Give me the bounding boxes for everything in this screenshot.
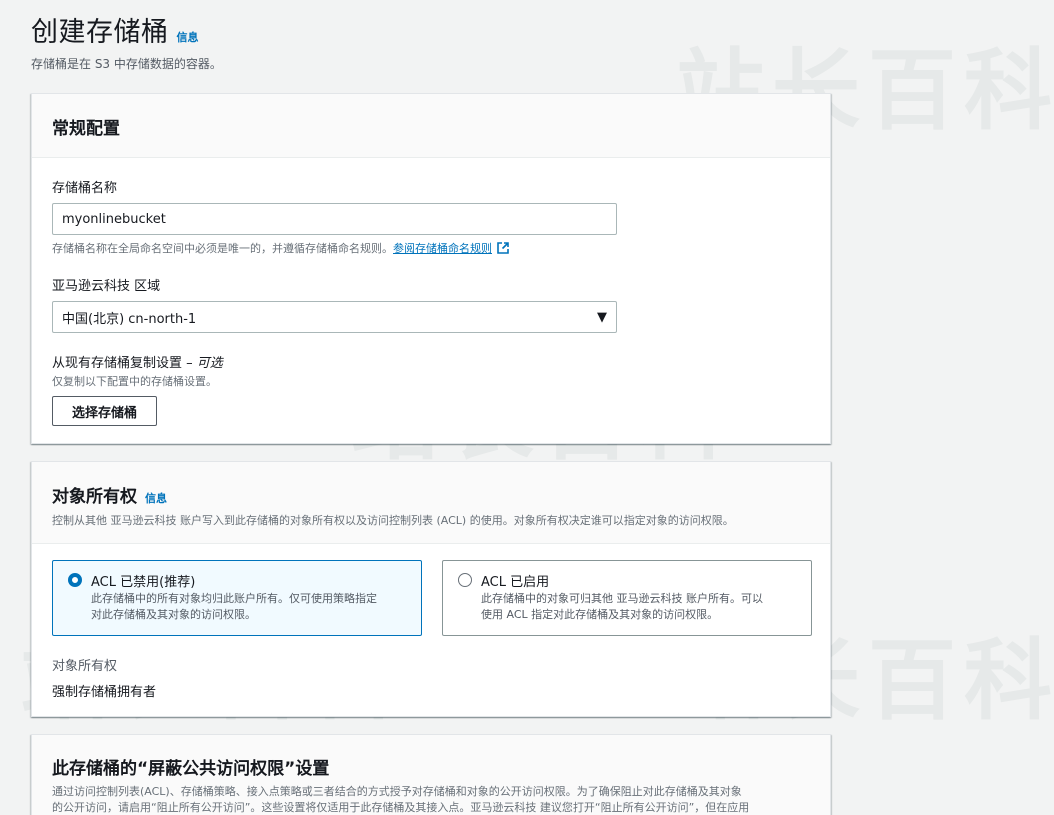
acl-disabled-radio[interactable]	[68, 573, 82, 587]
bucket-name-hint: 存储桶名称在全局命名空间中必须是唯一的，并遵循存储桶命名规则。 参阅存储桶命名规…	[52, 240, 617, 256]
block-public-access-title: 此存储桶的“屏蔽公共访问权限”设置	[52, 759, 330, 779]
acl-enabled-radio[interactable]	[458, 573, 472, 587]
region-field: 亚马逊云科技 区域 中国(北京) cn-north-1 ▼	[52, 275, 617, 333]
block-public-access-desc: 通过访问控制列表(ACL)、存储桶策略、接入点策略或三者结合的方式授予对存储桶和…	[52, 784, 810, 815]
caret-down-icon: ▼	[597, 309, 607, 325]
block-public-access-desc-line2: 的公开访问，请启用“阻止所有公开访问”。这些设置将仅适用于此存储桶及其接入点。亚…	[52, 801, 750, 814]
bucket-name-hint-text: 存储桶名称在全局命名空间中必须是唯一的，并遵循存储桶命名规则。	[52, 242, 393, 255]
copy-settings-field: 从现有存储桶复制设置 – 可选 仅复制以下配置中的存储桶设置。 选择存储桶	[52, 352, 223, 426]
ownership-info-link[interactable]: 信息	[145, 490, 167, 506]
block-public-access-header: 此存储桶的“屏蔽公共访问权限”设置 通过访问控制列表(ACL)、存储桶策略、接入…	[32, 735, 830, 815]
acl-enabled-desc-line1: 此存储桶中的对象可归其他 亚马逊云科技 账户所有。可以	[481, 592, 763, 605]
page-title: 创建存储桶	[31, 17, 169, 48]
object-ownership-title: 对象所有权	[52, 487, 137, 507]
acl-enabled-desc-line2: 使用 ACL 指定对此存储桶及其对象的访问权限。	[481, 608, 719, 621]
bucket-name-input[interactable]	[52, 203, 617, 235]
object-ownership-panel: 对象所有权 信息 控制从其他 亚马逊云科技 账户写入到此存储桶的对象所有权以及访…	[31, 461, 831, 717]
copy-settings-label-text: 从现有存储桶复制设置 –	[52, 356, 193, 371]
acl-disabled-desc: 此存储桶中的所有对象均归此账户所有。仅可使用策略指定 对此存储桶及其对象的访问权…	[91, 591, 406, 623]
acl-disabled-option[interactable]: ACL 已禁用(推荐) 此存储桶中的所有对象均归此账户所有。仅可使用策略指定 对…	[52, 560, 422, 636]
copy-settings-hint: 仅复制以下配置中的存储桶设置。	[52, 375, 217, 388]
region-select[interactable]: 中国(北京) cn-north-1 ▼	[52, 301, 617, 333]
page-info-link[interactable]: 信息	[177, 29, 199, 45]
general-config-panel: 常规配置 存储桶名称 存储桶名称在全局命名空间中必须是唯一的，并遵循存储桶命名规…	[31, 93, 831, 444]
bucket-name-label: 存储桶名称	[52, 181, 118, 196]
copy-settings-label: 从现有存储桶复制设置 – 可选	[52, 352, 223, 371]
copy-settings-optional: 可选	[196, 356, 223, 371]
acl-disabled-title: ACL 已禁用(推荐)	[91, 575, 196, 590]
external-link-icon[interactable]	[496, 241, 510, 255]
naming-rules-link[interactable]: 参阅存储桶命名规则	[393, 240, 492, 256]
choose-bucket-button[interactable]: 选择存储桶	[52, 396, 158, 426]
page-header: 创建存储桶 信息	[31, 10, 199, 49]
general-config-title: 常规配置	[52, 119, 120, 139]
acl-disabled-desc-line2: 对此存储桶及其对象的访问权限。	[91, 608, 256, 621]
block-public-access-desc-line1: 通过访问控制列表(ACL)、存储桶策略、接入点策略或三者结合的方式授予对存储桶和…	[52, 785, 742, 798]
acl-enabled-title: ACL 已启用	[481, 575, 550, 590]
general-config-header: 常规配置	[32, 94, 830, 158]
object-ownership-title-row: 对象所有权 信息	[52, 482, 810, 507]
object-ownership-description: 控制从其他 亚马逊云科技 账户写入到此存储桶的对象所有权以及访问控制列表 (AC…	[52, 514, 734, 527]
acl-enabled-option[interactable]: ACL 已启用 此存储桶中的对象可归其他 亚马逊云科技 账户所有。可以 使用 A…	[442, 560, 812, 636]
block-public-access-panel: 此存储桶的“屏蔽公共访问权限”设置 通过访问控制列表(ACL)、存储桶策略、接入…	[31, 734, 831, 815]
bucket-name-field: 存储桶名称 存储桶名称在全局命名空间中必须是唯一的，并遵循存储桶命名规则。 参阅…	[52, 177, 617, 256]
acl-disabled-desc-line1: 此存储桶中的所有对象均归此账户所有。仅可使用策略指定	[91, 592, 377, 605]
page-description: 存储桶是在 S3 中存储数据的容器。	[31, 57, 222, 71]
acl-enabled-desc: 此存储桶中的对象可归其他 亚马逊云科技 账户所有。可以 使用 ACL 指定对此存…	[481, 591, 796, 623]
object-owner-value: 强制存储桶拥有者	[52, 685, 157, 700]
object-owner-field: 对象所有权 强制存储桶拥有者	[52, 655, 156, 700]
object-ownership-header: 对象所有权 信息 控制从其他 亚马逊云科技 账户写入到此存储桶的对象所有权以及访…	[32, 462, 830, 544]
region-selected-value: 中国(北京) cn-north-1	[62, 311, 197, 327]
region-label: 亚马逊云科技 区域	[52, 279, 161, 294]
object-owner-label: 对象所有权	[52, 659, 118, 674]
